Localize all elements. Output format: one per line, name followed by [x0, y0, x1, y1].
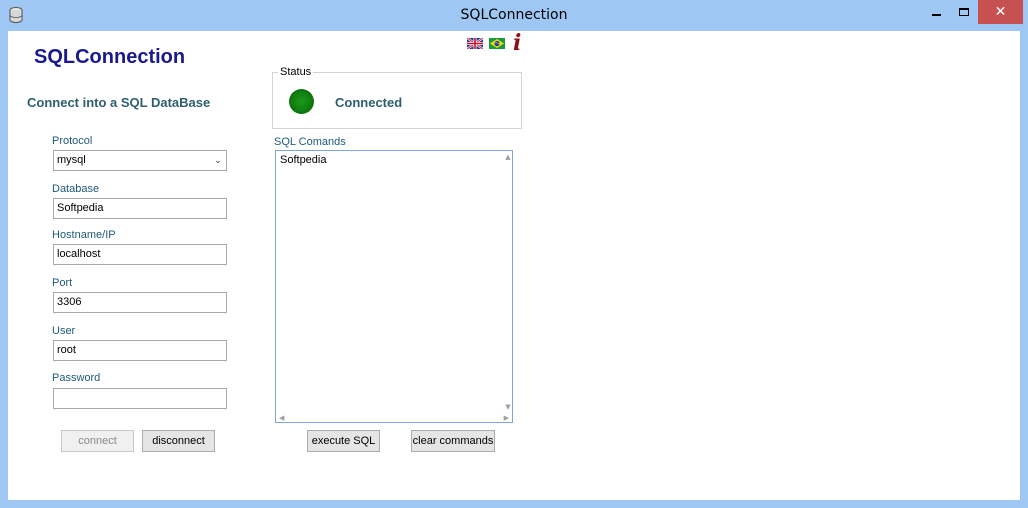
status-legend: Status	[278, 66, 314, 78]
execute-sql-button[interactable]: execute SQL	[307, 430, 380, 452]
scroll-left-icon[interactable]: ◀	[279, 414, 284, 422]
database-label: Database	[52, 183, 100, 195]
app-window: SQLConnection ✕ SQLConnection Connect in…	[0, 0, 1028, 508]
language-flags	[467, 38, 505, 49]
scroll-right-icon[interactable]: ▶	[504, 414, 509, 422]
app-heading: SQLConnection	[34, 46, 186, 68]
brazil-flag-icon[interactable]	[489, 38, 505, 49]
sql-commands-input[interactable]: Softpedia ▲ ▼ ◀ ▶	[275, 150, 513, 423]
horizontal-scrollbar[interactable]: ◀ ▶	[276, 413, 512, 422]
clear-commands-button[interactable]: clear commands	[411, 430, 495, 452]
minimize-icon	[931, 14, 941, 16]
password-label: Password	[52, 372, 101, 384]
user-label: User	[52, 325, 76, 337]
client-area: SQLConnection Connect into a SQL DataBas…	[8, 31, 1020, 500]
title-bar[interactable]: SQLConnection ✕	[0, 0, 1028, 31]
sql-commands-label: SQL Comands	[274, 136, 346, 148]
scroll-up-icon[interactable]: ▲	[505, 153, 510, 162]
disconnect-button[interactable]: disconnect	[142, 430, 215, 452]
port-field[interactable]: 3306	[53, 292, 227, 313]
protocol-select[interactable]: mysql ⌄	[53, 150, 227, 171]
protocol-label: Protocol	[52, 135, 93, 147]
port-label: Port	[52, 277, 73, 289]
uk-flag-icon[interactable]	[467, 38, 483, 49]
info-icon[interactable]: i	[513, 32, 523, 54]
status-text: Connected	[335, 95, 403, 110]
sql-commands-text: Softpedia	[280, 154, 327, 166]
maximize-icon	[959, 8, 969, 16]
database-field[interactable]: Softpedia	[53, 198, 227, 219]
close-button[interactable]: ✕	[978, 0, 1023, 24]
scroll-down-icon[interactable]: ▼	[505, 403, 510, 412]
chevron-down-icon: ⌄	[214, 155, 222, 165]
hostname-field[interactable]: localhost	[53, 244, 227, 265]
window-title: SQLConnection	[460, 7, 568, 23]
vertical-scrollbar[interactable]: ▲ ▼	[504, 151, 512, 414]
password-field[interactable]	[53, 388, 227, 409]
user-field[interactable]: root	[53, 340, 227, 361]
close-icon: ✕	[994, 4, 1007, 20]
connect-button[interactable]: connect	[61, 430, 134, 452]
status-light-icon	[289, 89, 314, 114]
connect-subheading: Connect into a SQL DataBase	[27, 95, 211, 110]
protocol-value: mysql	[57, 154, 86, 166]
hostname-label: Hostname/IP	[52, 229, 116, 241]
minimize-button[interactable]	[922, 0, 950, 24]
maximize-button[interactable]	[950, 0, 978, 24]
